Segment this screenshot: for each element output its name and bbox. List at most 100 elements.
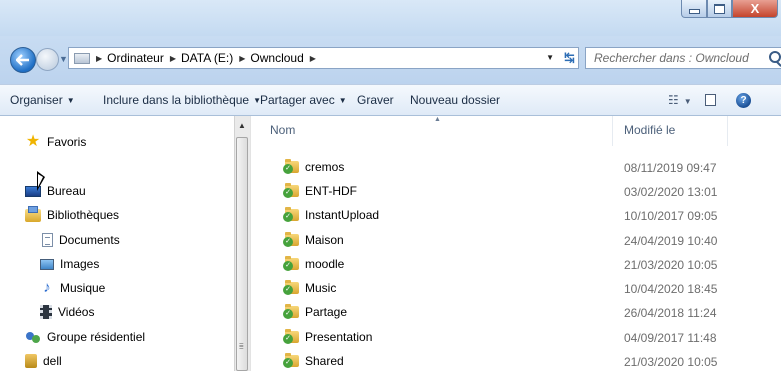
breadcrumb-item[interactable]: Ordinateur ▶ (107, 51, 181, 65)
file-name: Shared (305, 354, 344, 368)
file-name: moodle (305, 257, 345, 271)
chevron-down-icon: ▼ (683, 97, 692, 106)
scroll-up-arrow-icon[interactable]: ▲ (238, 121, 246, 130)
view-list-icon: ☷ (668, 93, 679, 107)
synced-folder-icon (283, 183, 299, 198)
recent-pages-dropdown[interactable]: ▼ (59, 54, 68, 64)
homegroup-icon (25, 330, 41, 344)
file-row-name[interactable]: moodle (283, 256, 345, 271)
synced-folder-icon (283, 280, 299, 295)
synced-folder-icon (283, 256, 299, 271)
refresh-icon[interactable]: ↹ (564, 50, 575, 66)
nav-label: Vidéos (58, 305, 95, 319)
nav-label: Musique (60, 281, 106, 295)
file-row-name[interactable]: ENT-HDF (283, 183, 357, 198)
chevron-right-icon[interactable]: ▶ (170, 54, 176, 63)
nav-item-desktop[interactable]: Bureau (25, 184, 86, 198)
sort-ascending-icon: ▲ (434, 116, 441, 123)
back-arrow-icon (16, 54, 29, 66)
libraries-icon (25, 205, 41, 222)
file-row-date: 08/11/2019 09:47 (624, 161, 717, 175)
breadcrumb-item[interactable]: Owncloud ▶ (250, 51, 321, 65)
chevron-right-icon: ▶ (96, 53, 103, 63)
file-list: ▲ Nom Modifié le cremos 08/11/2019 09:47… (251, 116, 781, 371)
nav-item-homegroup[interactable]: Groupe résidentiel (25, 330, 145, 344)
nav-item-user[interactable]: dell (25, 354, 62, 368)
minimize-icon (688, 8, 700, 14)
file-row-date: 10/04/2020 18:45 (624, 282, 718, 296)
help-button[interactable]: ? (736, 93, 751, 108)
chevron-right-icon[interactable]: ▶ (310, 54, 316, 63)
file-row-date: 24/04/2019 10:40 (624, 234, 718, 248)
film-icon (40, 305, 52, 319)
file-row-name[interactable]: cremos (283, 159, 344, 174)
organize-label: Organiser (10, 93, 63, 107)
nav-label: Groupe résidentiel (47, 330, 146, 344)
column-divider[interactable] (727, 116, 728, 146)
file-row-name[interactable]: Shared (283, 353, 344, 368)
nav-label: dell (43, 354, 62, 368)
close-button[interactable]: X (732, 0, 778, 18)
change-view-button[interactable]: ☷ ▼ (668, 93, 692, 107)
minimize-button[interactable] (681, 0, 707, 18)
file-row-name[interactable]: Music (283, 280, 337, 295)
navigation-pane: ★ Favoris Bureau Bibliothèques Documents … (0, 116, 234, 371)
navigation-scrollbar[interactable]: ▲ = = (234, 116, 250, 371)
include-library-menu[interactable]: Inclure dans la bibliothèque ▼ (103, 93, 261, 107)
column-header-name[interactable]: Nom (270, 123, 295, 137)
synced-folder-icon (283, 232, 299, 247)
music-note-icon: ♪ (43, 279, 51, 296)
preview-pane-button[interactable] (705, 94, 716, 106)
file-row-name[interactable]: Maison (283, 232, 344, 247)
file-row-date: 26/04/2018 11:24 (624, 306, 717, 320)
search-icon[interactable] (769, 51, 781, 63)
back-button[interactable] (10, 47, 36, 73)
file-row-name[interactable]: Presentation (283, 329, 373, 344)
scrollbar-thumb[interactable]: = = (236, 137, 248, 371)
nav-item-images[interactable]: Images (40, 257, 99, 271)
file-row-date: 03/02/2020 13:01 (624, 185, 718, 199)
breadcrumb-label: Ordinateur (107, 51, 164, 65)
synced-folder-icon (283, 304, 299, 319)
file-name: ENT-HDF (305, 184, 357, 198)
nav-item-documents[interactable]: Documents (42, 233, 120, 247)
forward-button[interactable] (36, 48, 59, 71)
command-toolbar: Organiser ▼ Inclure dans la bibliothèque ▼… (0, 84, 781, 116)
user-folder-icon (25, 354, 37, 368)
nav-item-music[interactable]: ♪ Musique (40, 279, 106, 296)
synced-folder-icon (283, 159, 299, 174)
address-bar[interactable]: ▶ Ordinateur ▶ DATA (E:) ▶ Owncloud ▶ ▼ ↹ (68, 47, 579, 69)
nav-item-libraries[interactable]: Bibliothèques (25, 205, 120, 222)
burn-button[interactable]: Graver (357, 93, 394, 107)
share-with-menu[interactable]: Partager avec ▼ (260, 93, 347, 107)
nav-label: Favoris (47, 135, 87, 149)
search-box[interactable] (585, 47, 781, 69)
organize-menu[interactable]: Organiser ▼ (10, 93, 75, 107)
nav-label: Bibliothèques (47, 208, 120, 222)
file-name: Presentation (305, 330, 373, 344)
address-history-dropdown[interactable]: ▼ (546, 53, 554, 62)
file-name: InstantUpload (305, 208, 380, 222)
chevron-down-icon: ▼ (66, 96, 75, 105)
nav-label: Bureau (47, 184, 86, 198)
chevron-down-icon: ▼ (338, 96, 347, 105)
nav-item-videos[interactable]: Vidéos (40, 305, 94, 319)
column-header-modified[interactable]: Modifié le (624, 123, 675, 137)
search-input[interactable] (586, 48, 764, 68)
breadcrumb-root-chevron[interactable]: ▶ (90, 54, 107, 63)
column-divider[interactable] (612, 116, 613, 146)
mouse-pointer-icon (37, 171, 45, 191)
synced-folder-icon (283, 207, 299, 222)
file-name: Music (305, 281, 337, 295)
maximize-button[interactable] (707, 0, 732, 18)
nav-label: Images (60, 257, 100, 271)
chevron-right-icon[interactable]: ▶ (239, 54, 245, 63)
file-row-name[interactable]: InstantUpload (283, 207, 380, 222)
computer-icon (74, 52, 90, 64)
new-folder-button[interactable]: Nouveau dossier (410, 93, 500, 107)
file-row-name[interactable]: Partage (283, 304, 347, 319)
title-bar (0, 0, 781, 36)
nav-item-favorites[interactable]: ★ Favoris (25, 134, 87, 150)
breadcrumb-item[interactable]: DATA (E:) ▶ (181, 51, 250, 65)
file-row-date: 21/03/2020 10:05 (624, 355, 718, 369)
